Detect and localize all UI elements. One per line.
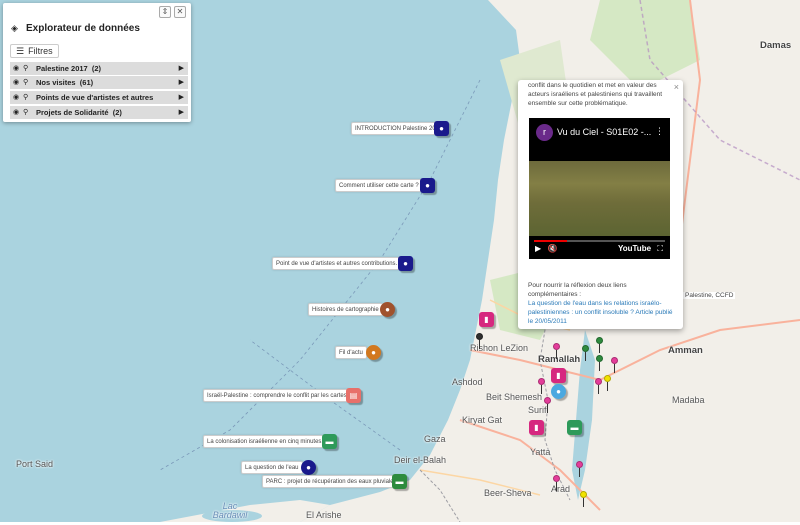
place-label: Gaza (424, 434, 446, 444)
drop-icon[interactable]: ● (551, 384, 566, 399)
search-icon[interactable]: ⚲ (23, 91, 28, 104)
video-icon[interactable]: ▬ (567, 420, 582, 435)
sliders-icon: ☰ (16, 46, 25, 56)
pin-icon[interactable]: ● (366, 345, 381, 360)
pin-icon[interactable]: ● (380, 302, 395, 317)
map-pin[interactable] (553, 475, 560, 491)
map-pin[interactable] (476, 333, 483, 349)
layer-name: Palestine 2017 (36, 64, 88, 73)
place-label: Kiryat Gat (462, 415, 503, 425)
map-pin[interactable] (596, 355, 603, 371)
popup-intro-text: conflit dans le quotidien et met en vale… (528, 82, 663, 107)
video-icon[interactable]: ▬ (322, 434, 337, 449)
place-label: Ashdod (452, 377, 483, 387)
fullscreen-icon[interactable]: ⛶ (657, 244, 663, 254)
dot-icon[interactable]: ● (398, 256, 413, 271)
drop-icon[interactable]: ● (301, 460, 316, 475)
map-pin[interactable] (611, 357, 618, 373)
marker-label[interactable]: PARC : projet de récupération des eaux p… (262, 475, 401, 488)
dot-icon[interactable]: ● (434, 121, 449, 136)
eye-icon[interactable]: ◉ (13, 62, 19, 75)
layer-row[interactable]: ◉ ⚲ Nos visites (61) ▶ (10, 76, 188, 89)
map-pin[interactable] (582, 345, 589, 361)
popup-side-text: Palestine, CCFD (683, 292, 736, 299)
layer-row[interactable]: ◉ ⚲ Palestine 2017 (2) ▶ (10, 62, 188, 75)
eye-icon[interactable]: ◉ (13, 76, 19, 89)
layer-count: (61) (79, 78, 94, 87)
place-label: Madaba (672, 395, 705, 405)
expand-arrow-icon[interactable]: ▶ (179, 62, 184, 75)
map-pin[interactable] (595, 378, 602, 394)
marker-label[interactable]: La colonisation israélienne en cinq minu… (203, 435, 328, 448)
marker-label[interactable]: Point de vue d'artistes et autres contri… (272, 257, 402, 270)
marker-label[interactable]: La question de l'eau (241, 461, 303, 474)
marker-popup: × conflit dans le quotidien et met en va… (518, 80, 683, 329)
place-label: Deir el-Balah (394, 455, 447, 465)
layers-icon: ◈ (11, 23, 18, 33)
book-icon[interactable]: ▮ (551, 368, 566, 383)
search-icon[interactable]: ⚲ (23, 62, 28, 75)
search-icon[interactable]: ⚲ (23, 76, 28, 89)
place-label: Lac Bardawil (212, 501, 248, 520)
eye-icon[interactable]: ◉ (13, 91, 19, 104)
popup-note-text: Pour nourrir la réflexion deux liens com… (528, 282, 627, 298)
place-label: Beit Shemesh (486, 392, 543, 402)
panel-title-text: Explorateur de données (26, 23, 140, 34)
layer-name: Points de vue d'artistes et autres (36, 93, 154, 102)
filters-button[interactable]: ☰ Filtres (10, 44, 59, 58)
place-label: El Arishe (306, 510, 342, 520)
map-pin[interactable] (538, 378, 545, 394)
marker-label[interactable]: Fil d'actu (335, 346, 367, 359)
place-label: Yatta (530, 447, 551, 457)
map-pin[interactable] (596, 337, 603, 353)
map-pin[interactable] (580, 491, 587, 507)
marker-label[interactable]: INTRODUCTION Palestine 2017 (351, 122, 447, 135)
data-explorer-panel: ⇕ ✕ ◈ Explorateur de données ☰ Filtres ◉ ⚲… (3, 3, 191, 122)
marker-label[interactable]: Comment utiliser cette carte ? (335, 179, 423, 192)
water-icon[interactable]: ▬ (392, 474, 407, 489)
map-pin[interactable] (604, 375, 611, 391)
popup-article-link[interactable]: La question de l'eau dans les relations … (528, 299, 676, 326)
book-icon[interactable]: ▮ (479, 312, 494, 327)
place-label: Ramallah (538, 354, 581, 365)
layer-count: (2) (91, 64, 102, 73)
marker-label[interactable]: Histoires de cartographie (308, 303, 383, 316)
youtube-logo[interactable]: YouTube (618, 244, 651, 253)
layer-name: Projets de Solidarité (36, 108, 109, 117)
map-pin[interactable] (553, 343, 560, 359)
video-frame[interactable] (529, 161, 670, 236)
place-label: Beer-Sheva (484, 488, 532, 498)
channel-avatar: r (536, 124, 553, 141)
dot-icon[interactable]: ● (420, 178, 435, 193)
close-icon[interactable]: × (674, 82, 679, 92)
layer-count: (2) (112, 108, 122, 117)
panel-title: ◈ Explorateur de données (11, 23, 140, 34)
video-title[interactable]: Vu du Ciel - S01E02 -... (557, 127, 651, 137)
layer-row[interactable]: ◉ ⚲ Projets de Solidarité (2) ▶ (10, 106, 188, 119)
place-label: Amman (668, 345, 703, 356)
marker-label[interactable]: Israël-Palestine : comprendre le conflit… (203, 389, 351, 402)
collapse-toggle-icon[interactable]: ⇕ (159, 6, 171, 18)
place-label: Port Said (16, 459, 54, 469)
expand-arrow-icon[interactable]: ▶ (179, 91, 184, 104)
more-options-icon[interactable]: ⋮ (655, 126, 664, 137)
map-pin[interactable] (576, 461, 583, 477)
place-label: Arad (551, 484, 571, 494)
play-icon[interactable]: ▶ 🔇 (535, 244, 558, 253)
video-progress-bar[interactable] (534, 240, 665, 242)
youtube-video-player[interactable]: r Vu du Ciel - S01E02 -... ⋮ ▶ 🔇 YouTube… (529, 118, 670, 259)
eye-icon[interactable]: ◉ (13, 106, 19, 119)
place-label: Surif (528, 405, 547, 415)
place-label: Damas (760, 40, 792, 51)
map-pin[interactable] (544, 397, 551, 413)
expand-arrow-icon[interactable]: ▶ (179, 76, 184, 89)
layer-row[interactable]: ◉ ⚲ Points de vue d'artistes et autres ▶ (10, 91, 188, 104)
expand-arrow-icon[interactable]: ▶ (179, 106, 184, 119)
layer-name: Nos visites (36, 78, 76, 87)
search-icon[interactable]: ⚲ (23, 106, 28, 119)
document-icon[interactable]: ▤ (346, 388, 361, 403)
filters-label: Filtres (28, 46, 53, 56)
close-icon[interactable]: ✕ (174, 6, 186, 18)
book-icon[interactable]: ▮ (529, 420, 544, 435)
